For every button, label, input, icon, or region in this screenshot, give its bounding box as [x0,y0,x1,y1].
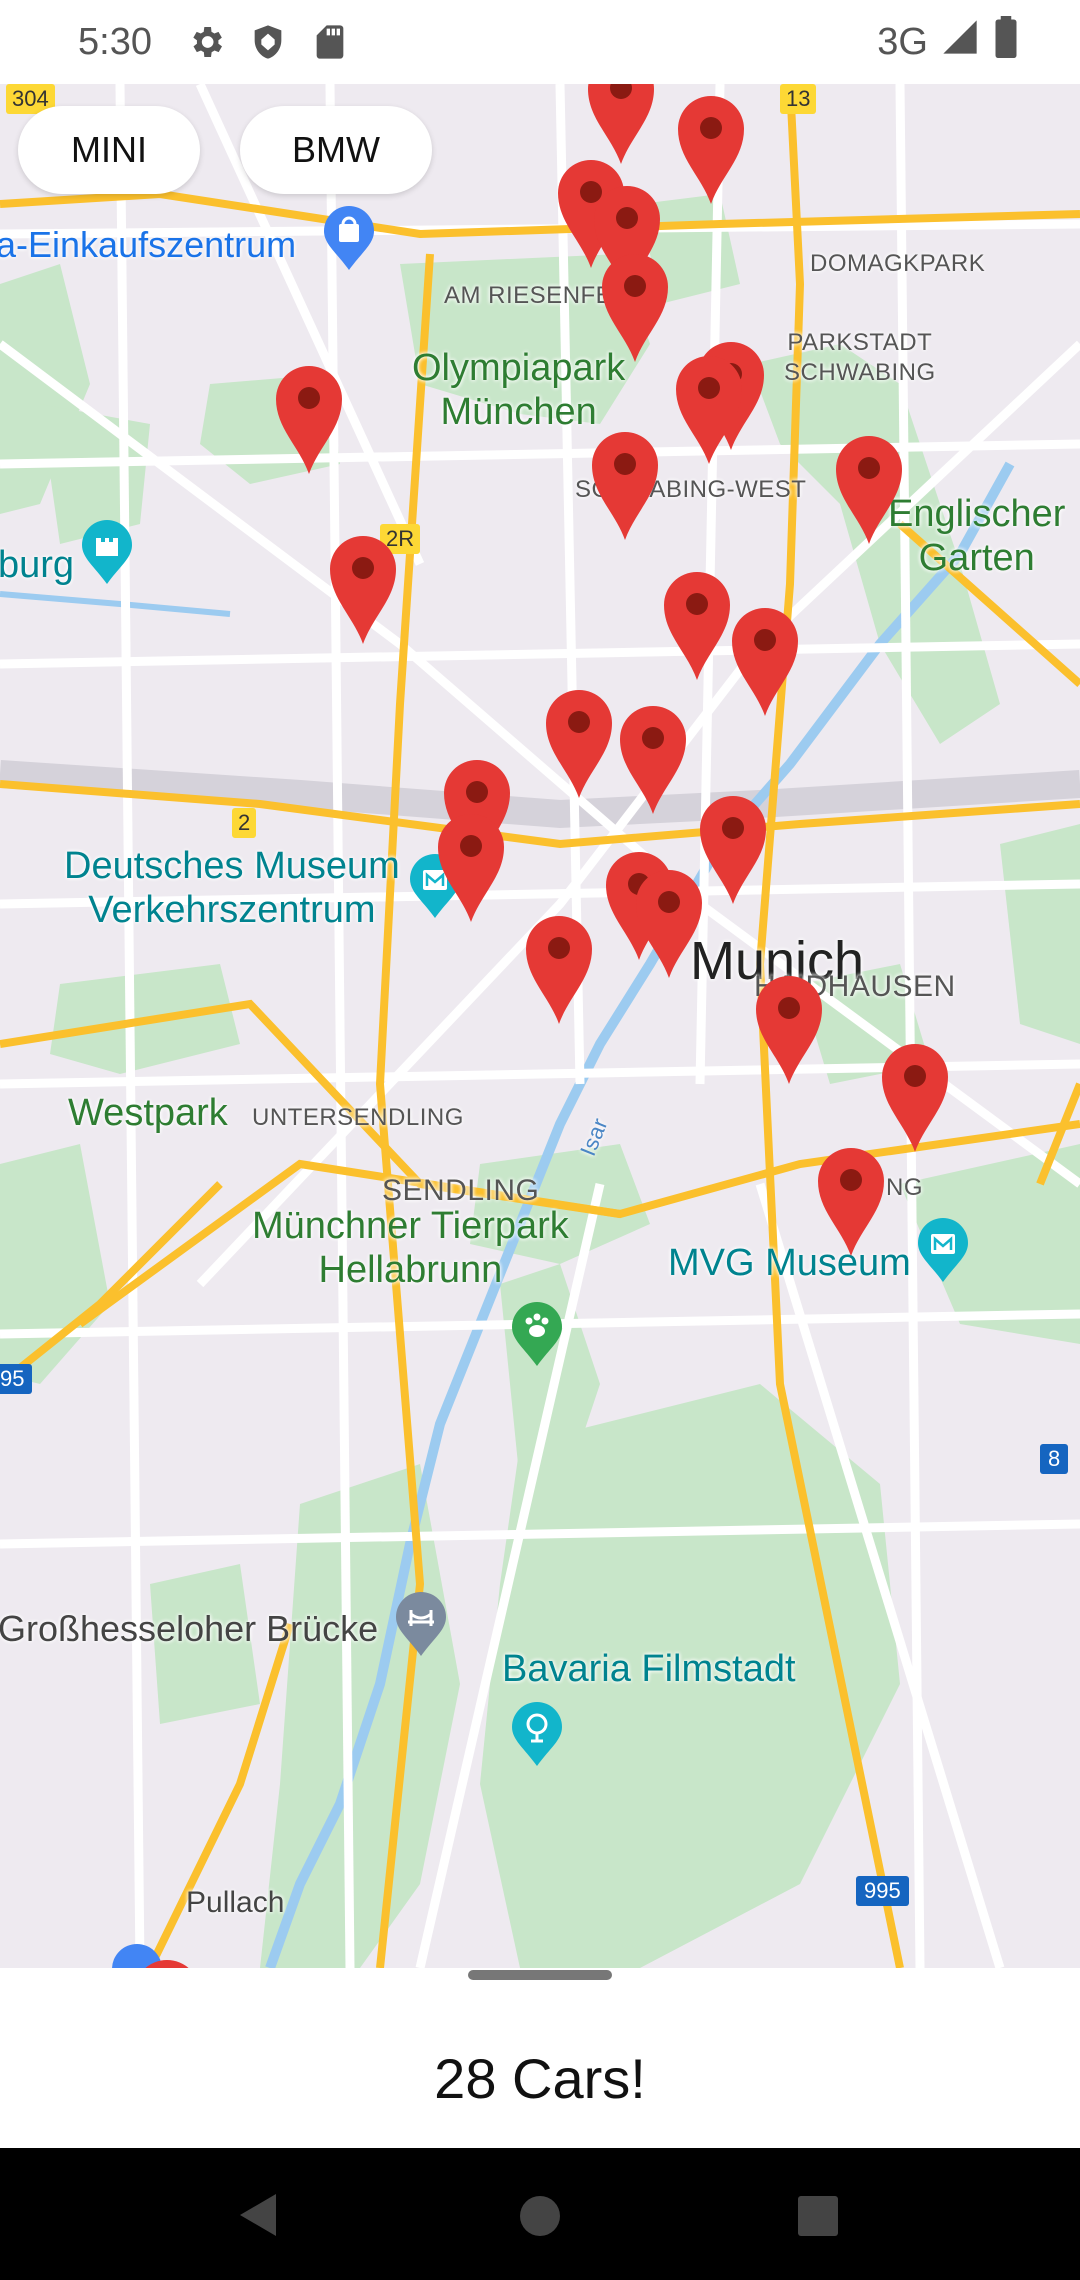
car-marker[interactable] [328,534,398,646]
label-grosshesseloher-bruecke: Großhesseloher Brücke [0,1608,379,1649]
label-ng-fragment: NG [886,1174,923,1201]
battery-icon [992,16,1020,68]
label-pullach: Pullach [186,1886,285,1919]
car-marker[interactable] [662,570,732,682]
label-westpark: Westpark [68,1092,228,1134]
car-marker[interactable] [524,914,594,1026]
car-marker[interactable] [544,688,614,800]
car-count-title: 28 Cars! [434,2047,646,2110]
museum-icon[interactable] [916,1218,970,1284]
settings-icon [186,22,226,62]
label-untersendling: UNTERSENDLING [252,1104,464,1131]
sheet-drag-handle[interactable] [468,1970,612,1980]
signal-icon [940,17,980,67]
bridge-icon[interactable] [394,1592,448,1658]
label-domagkpark: DOMAGKPARK [810,250,986,277]
road-shield-995: 995 [856,1876,909,1906]
label-parkstadt-schwabing: PARKSTADT SCHWABING [784,329,936,386]
car-marker[interactable] [600,252,670,364]
road-shield-8: 8 [1040,1444,1069,1474]
filter-chip-bmw[interactable]: BMW [240,106,432,194]
home-icon[interactable] [520,2196,560,2236]
recents-icon[interactable] [798,2196,838,2236]
back-icon[interactable] [236,2190,280,2240]
filter-chip-mini[interactable]: MINI [18,106,200,194]
car-marker[interactable] [676,94,746,206]
road-shield-13: 13 [780,84,817,114]
car-marker[interactable] [634,868,704,980]
label-olympiapark: Olympiapark München [412,347,626,433]
status-bar: 5:30 3G [0,0,1080,84]
label-tierpark: Münchner Tierpark Hellabrunn [252,1205,569,1291]
road-shield-2: 2 [232,808,257,838]
car-marker[interactable] [730,606,800,718]
car-marker[interactable] [698,794,768,906]
car-marker[interactable] [754,974,824,1086]
zoo-paw-icon[interactable] [510,1302,564,1368]
shield-icon [248,22,288,62]
label-burg: burg [0,544,75,586]
label-sendling: SENDLING [382,1174,540,1207]
label-bavaria-filmstadt: Bavaria Filmstadt [502,1648,796,1690]
road-shield-95: 95 [0,1364,33,1394]
label-deutsches-museum: Deutsches Museum Verkehrszentrum [64,845,400,931]
label-englischer-garten: Englischer Garten [888,493,1066,579]
car-marker[interactable] [274,364,344,476]
car-marker[interactable] [590,430,660,542]
system-nav-bar [0,2148,1080,2280]
status-time: 5:30 [78,20,152,63]
map-view[interactable]: a-Einkaufszentrum DOMAGKPARK AM RIESENFE… [0,84,1080,1968]
theme-park-icon[interactable] [510,1702,564,1768]
network-type: 3G [877,20,928,63]
shopping-bag-icon[interactable] [322,206,376,272]
car-marker[interactable] [618,704,688,816]
car-marker[interactable] [132,1958,202,1968]
castle-icon[interactable] [80,520,134,586]
label-einkaufszentrum: a-Einkaufszentrum [0,224,297,265]
status-right: 3G [877,16,1020,68]
car-marker[interactable] [816,1146,886,1258]
sd-card-icon [310,22,350,62]
car-marker[interactable] [436,812,506,924]
car-marker[interactable] [586,84,656,166]
car-marker[interactable] [674,354,744,466]
bottom-sheet[interactable]: 28 Cars! [0,1968,1080,2148]
car-marker[interactable] [880,1042,950,1154]
car-marker[interactable] [834,434,904,546]
